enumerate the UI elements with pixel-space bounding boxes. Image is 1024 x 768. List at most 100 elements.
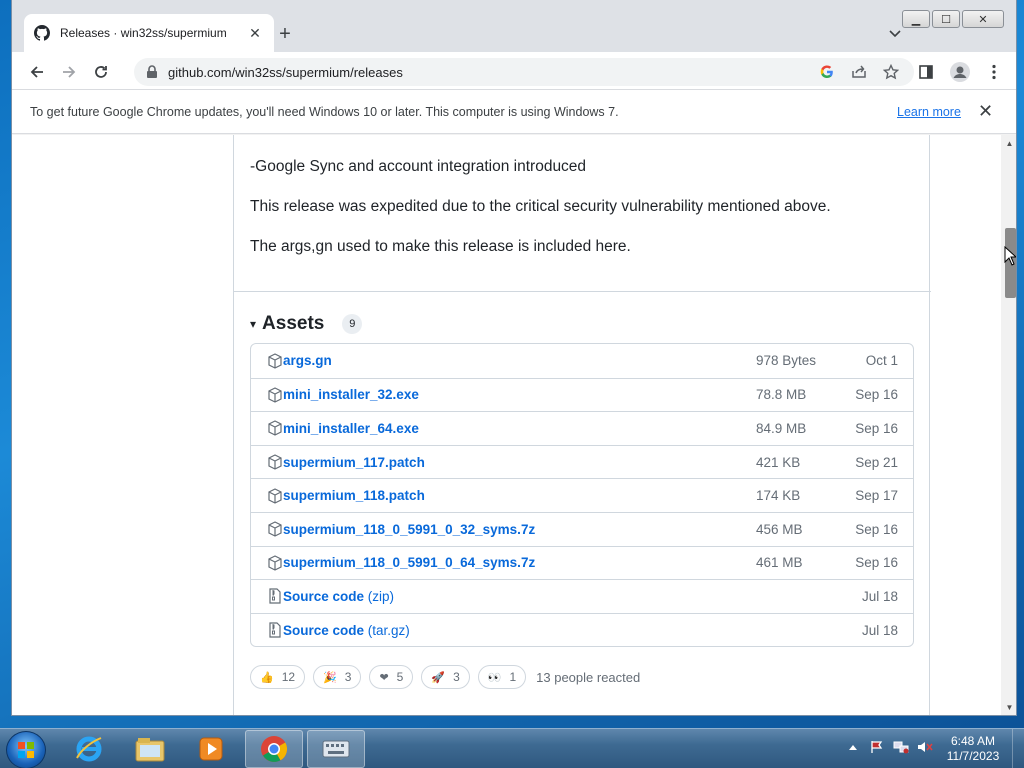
asset-date: Sep 16 [855,521,898,537]
vertical-scrollbar[interactable]: ▲ ▼ [1001,135,1016,715]
asset-row: supermium_118_0_5991_0_64_syms.7z 461 MB… [251,545,913,580]
reaction-count: 3 [344,670,352,684]
asset-date: Sep 16 [855,387,898,403]
assets-title: Assets [262,313,325,334]
package-icon [267,555,283,571]
forward-button[interactable] [58,61,80,83]
asset-size: 84.9 MB [756,420,807,436]
release-note-line: The args,gn used to make this release is… [250,238,631,255]
divider [234,291,931,292]
side-panel-icon[interactable] [915,61,937,83]
assets-count-badge: 9 [342,314,363,334]
bookmark-star-icon[interactable] [882,63,900,81]
tab-releases[interactable]: Releases · win32ss/supermium ✕ [24,14,274,52]
kebab-menu-icon[interactable] [983,61,1005,83]
reaction-heart[interactable]: ❤ 5 [369,665,414,689]
back-button[interactable] [26,61,48,83]
infobar-message: To get future Google Chrome updates, you… [30,104,619,119]
action-center-flag-icon[interactable] [869,739,885,755]
omnibox-actions [818,63,900,81]
chrome-window: Releases · win32ss/supermium ✕ + ▁ ☐ ✕ g… [11,0,1017,716]
internet-explorer-icon [76,736,102,762]
file-zip-icon [267,588,283,605]
reaction-eyes[interactable]: 👀 1 [477,665,527,689]
scroll-up-arrow-icon[interactable]: ▲ [1001,135,1016,152]
package-icon [267,521,283,537]
release-note-line: This release was expedited due to the cr… [250,198,831,215]
taskbar-file-explorer[interactable] [121,730,179,768]
asset-link[interactable]: Source code (zip) [283,589,394,604]
windows-logo-icon [18,742,34,758]
new-tab-button[interactable]: + [274,23,296,45]
google-icon[interactable] [818,63,836,81]
reactions-bar: 👍 12 🎉 3 ❤ 5 🚀 3 👀 1 13 people reacted [250,665,640,689]
release-note-line: -Google Sync and account integration int… [250,158,587,175]
taskbar-internet-explorer[interactable] [60,730,118,768]
show-desktop-button[interactable] [1012,729,1024,768]
reaction-hooray[interactable]: 🎉 3 [313,665,362,689]
show-hidden-icons-arrow-icon[interactable] [845,739,861,755]
reaction-rocket[interactable]: 🚀 3 [421,665,470,689]
reaction-count: 12 [281,670,296,684]
lock-icon[interactable] [146,65,158,79]
address-bar[interactable]: github.com/win32ss/supermium/releases [134,58,914,86]
asset-size: 421 KB [756,454,801,470]
tab-close-icon[interactable]: ✕ [246,25,264,42]
asset-link[interactable]: supermium_118_0_5991_0_64_syms.7z [283,555,535,570]
reload-button[interactable] [90,61,112,83]
tab-strip: Releases · win32ss/supermium ✕ + ▁ ☐ ✕ [12,0,1016,52]
browser-toolbar: github.com/win32ss/supermium/releases [12,52,1016,90]
profile-icon[interactable] [949,61,971,83]
taskbar-media-player[interactable] [182,730,240,768]
reaction-count: 5 [396,670,404,684]
asset-link[interactable]: args.gn [283,353,332,368]
system-clock[interactable]: 6:48 AM 11/7/2023 [940,734,1006,764]
eyes-icon: 👀 [487,671,502,684]
network-icon[interactable] [893,739,909,755]
reaction-thumbs-up[interactable]: 👍 12 [250,665,306,689]
clock-time: 6:48 AM [950,734,996,748]
asset-date: Sep 21 [855,454,898,470]
start-button[interactable] [6,731,46,768]
package-icon [267,387,283,403]
asset-date: Sep 16 [855,555,898,571]
window-controls: ▁ ☐ ✕ [900,10,1004,28]
asset-date: Jul 18 [861,622,898,638]
package-icon [267,454,283,470]
asset-link[interactable]: supermium_118.patch [283,488,425,503]
windows-taskbar: 6:48 AM 11/7/2023 [0,728,1024,768]
asset-size: 978 Bytes [756,353,817,369]
asset-row: mini_installer_64.exe 84.9 MB Sep 16 [251,411,913,445]
asset-row: Source code (tar.gz) Jul 18 [251,612,913,647]
scroll-down-arrow-icon[interactable]: ▼ [1001,699,1016,715]
minimize-button[interactable]: ▁ [902,10,930,28]
heart-icon: ❤ [379,671,389,684]
tab-title: Releases · win32ss/supermium [60,26,227,40]
file-explorer-icon [135,738,165,762]
taskbar-chrome[interactable] [245,730,303,768]
asset-link[interactable]: supermium_118_0_5991_0_32_syms.7z [283,522,535,537]
media-player-icon [199,737,223,761]
update-infobar: To get future Google Chrome updates, you… [12,90,1016,134]
asset-link[interactable]: Source code (tar.gz) [283,623,410,638]
github-icon [34,25,50,41]
asset-link[interactable]: mini_installer_64.exe [283,421,419,436]
asset-link[interactable]: supermium_117.patch [283,455,425,470]
thumbs-up-icon: 👍 [260,671,274,684]
taskbar-on-screen-keyboard[interactable] [307,730,365,768]
arrow-right-icon [63,66,76,78]
share-icon[interactable] [850,63,868,81]
close-window-button[interactable]: ✕ [962,10,1004,28]
assets-header[interactable]: ▾ Assets 9 [250,313,363,335]
url-text[interactable]: github.com/win32ss/supermium/releases [168,65,914,80]
package-icon [267,488,283,504]
asset-date: Jul 18 [861,588,898,604]
volume-muted-icon[interactable] [917,739,933,755]
infobar-close-icon[interactable]: ✕ [978,101,993,122]
reload-icon [95,66,107,78]
maximize-button[interactable]: ☐ [932,10,960,28]
disclosure-triangle-icon[interactable]: ▾ [250,317,256,331]
asset-row: supermium_117.patch 421 KB Sep 21 [251,444,913,479]
learn-more-link[interactable]: Learn more [897,105,961,119]
asset-link[interactable]: mini_installer_32.exe [283,387,419,402]
